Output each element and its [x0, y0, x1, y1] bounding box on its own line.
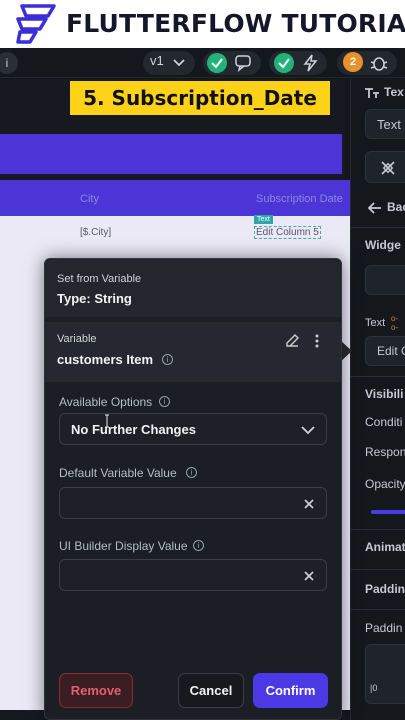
- ui-builder-value-label: UI Builder Display Value: [59, 539, 188, 553]
- top-toolbar: i v1 2: [0, 48, 405, 78]
- padding-label: Paddin: [365, 621, 403, 635]
- default-value-input[interactable]: [59, 487, 327, 519]
- text-property-label: Text: [365, 317, 386, 329]
- info-icon[interactable]: i: [0, 52, 18, 74]
- available-options-label: Available Options: [59, 395, 153, 409]
- widget-section-label: Widge: [365, 238, 401, 252]
- popover-pointer: [340, 340, 352, 362]
- dialog-header: Set from Variable Type: String: [45, 259, 341, 317]
- opacity-label: Opacity: [365, 477, 405, 491]
- available-options-value: No Further Changes: [71, 422, 196, 437]
- check-icon: [274, 53, 294, 73]
- app-bar[interactable]: [0, 134, 342, 174]
- ui-builder-value-input[interactable]: [59, 559, 327, 591]
- info-icon[interactable]: i: [193, 540, 204, 551]
- version-label: v1: [150, 53, 164, 68]
- properties-panel: Tex Text Bac Widge Text o-o- Edit C Visi…: [350, 79, 405, 720]
- remove-button[interactable]: Remove: [59, 673, 133, 708]
- bug-icon: [370, 57, 388, 71]
- animation-section-label: Animat: [365, 540, 405, 554]
- conditional-label: Conditi: [365, 415, 403, 429]
- set-from-variable-dialog: Set from Variable Type: String Variable …: [44, 258, 342, 720]
- variable-label: Variable: [57, 333, 97, 345]
- dialog-type-label: Type: String: [57, 291, 132, 306]
- banner-title: FLUTTERFLOW TUTORIAL: [66, 9, 405, 38]
- step-label: 5. Subscription_Date: [70, 81, 330, 115]
- check-icon: [207, 53, 227, 73]
- dialog-subtitle: Set from Variable: [57, 273, 142, 285]
- variable-value: customers Item: [57, 352, 154, 367]
- info-icon[interactable]: i: [159, 396, 170, 407]
- padding-editor[interactable]: |0: [365, 644, 405, 704]
- edit-pencil-icon[interactable]: [284, 333, 300, 349]
- chevron-down-icon: [301, 426, 315, 435]
- flutterflow-logo-icon: [16, 4, 56, 44]
- variable-binding-icon[interactable]: o-o-: [391, 314, 398, 332]
- widget-tree-button[interactable]: [365, 151, 405, 183]
- lightning-icon: [303, 54, 318, 72]
- city-cell[interactable]: [$.City]: [80, 227, 111, 238]
- default-value-label: Default Variable Value: [59, 466, 177, 480]
- available-options-dropdown[interactable]: No Further Changes: [59, 413, 327, 445]
- chevron-down-icon: [173, 59, 185, 67]
- opacity-slider[interactable]: [371, 510, 405, 514]
- info-icon[interactable]: i: [186, 467, 197, 478]
- widget-property-box[interactable]: [365, 265, 405, 295]
- text-value-field[interactable]: Edit C: [365, 336, 405, 366]
- divider: [351, 609, 405, 610]
- back-label[interactable]: Bac: [387, 200, 405, 214]
- tutorial-banner: FLUTTERFLOW TUTORIAL: [0, 0, 405, 48]
- tools-icon: [381, 161, 395, 175]
- text-cursor-icon: [105, 414, 109, 428]
- screen: FLUTTERFLOW TUTORIAL i v1 2 City Subscri…: [0, 0, 405, 720]
- clear-icon[interactable]: [303, 570, 315, 582]
- confirm-button[interactable]: Confirm: [253, 673, 328, 708]
- divider: [351, 529, 405, 530]
- back-arrow-icon[interactable]: [368, 202, 382, 214]
- divider: [351, 227, 405, 228]
- chat-icon: [235, 55, 251, 72]
- clear-icon[interactable]: [303, 498, 315, 510]
- divider: [351, 376, 405, 377]
- panel-title: Tex: [384, 85, 404, 99]
- visibility-section-label: Visibili: [365, 387, 404, 401]
- info-icon[interactable]: i: [162, 354, 173, 365]
- divider: [351, 569, 405, 570]
- responsive-label: Respon: [365, 445, 405, 459]
- column-header-subscription-date: Subscription Date: [256, 193, 343, 205]
- cancel-button[interactable]: Cancel: [178, 673, 244, 708]
- edit-column-5-text[interactable]: Edit Column 5: [254, 226, 321, 239]
- notification-badge: 2: [343, 52, 363, 72]
- text-type-icon: [365, 88, 379, 98]
- more-vertical-icon[interactable]: [313, 333, 321, 349]
- column-header-city: City: [80, 193, 99, 205]
- selected-widget-tag: Text: [254, 215, 273, 224]
- padding-section-label: Paddin: [365, 582, 405, 596]
- widget-name-field[interactable]: Text: [365, 109, 405, 139]
- variable-row[interactable]: Variable customers Item i: [45, 322, 341, 382]
